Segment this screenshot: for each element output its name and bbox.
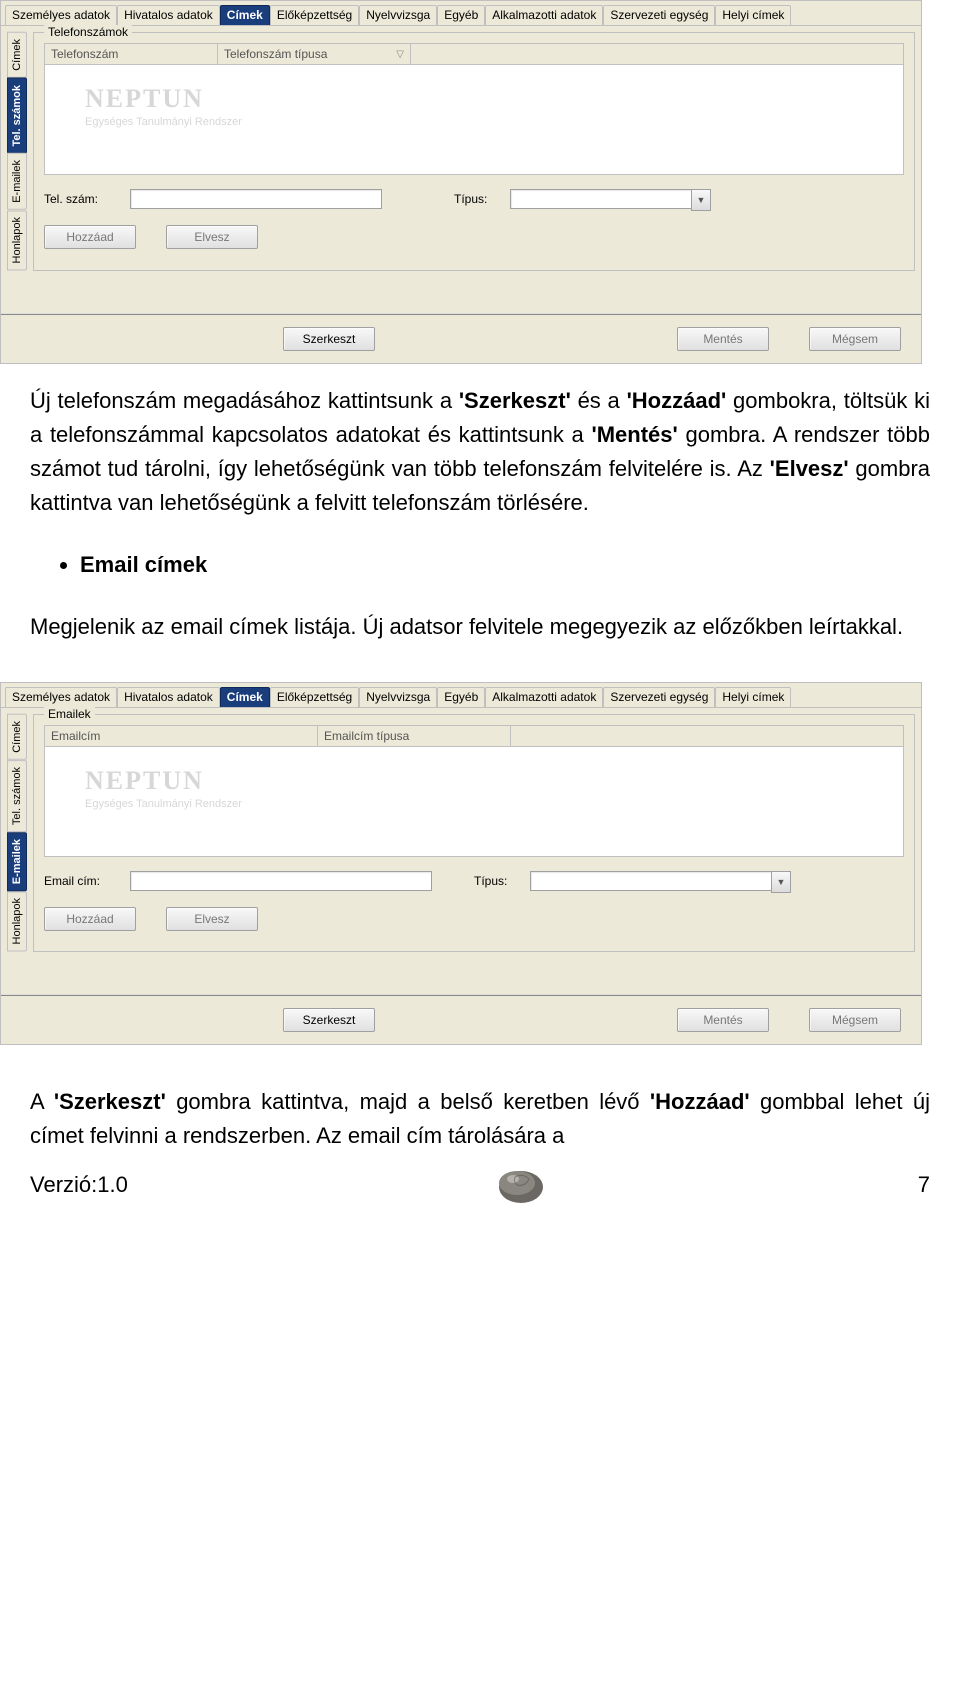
col-phone-label: Telefonszám [51, 47, 118, 61]
bullet-email-cimek: Email címek [80, 548, 930, 582]
cancel-button[interactable]: Mégsem [809, 1008, 901, 1032]
combo-dropdown-button[interactable]: ▼ [691, 189, 711, 211]
doc-paragraph-1: Új telefonszám megadásához kattintsunk a… [0, 374, 960, 683]
tab-employee[interactable]: Alkalmazotti adatok [485, 5, 603, 25]
email-tipus-combo-text[interactable] [530, 871, 771, 891]
footer-row: Verzió:1.0 7 [30, 1163, 930, 1217]
side-tab-telszamok[interactable]: Tel. számok [7, 78, 27, 154]
tipus-combo[interactable]: ▼ [510, 189, 711, 209]
tab-addresses[interactable]: Címek [220, 687, 270, 707]
doc-paragraph-3: A 'Szerkeszt' gombra kattintva, majd a b… [0, 1055, 960, 1227]
tab-local-addr[interactable]: Helyi címek [715, 687, 791, 707]
page-number: 7 [918, 1168, 930, 1202]
bold-elvesz: 'Elvesz' [770, 456, 849, 481]
phone-numbers-panel: Személyes adatok Hivatalos adatok Címek … [0, 0, 922, 364]
neptun-watermark: NEPTUN Egységes Tanulmányi Rendszer [85, 766, 242, 810]
tab-addresses[interactable]: Címek [220, 5, 270, 25]
text: és a [578, 388, 627, 413]
edit-button[interactable]: Szerkeszt [283, 1008, 375, 1032]
tab-employee[interactable]: Alkalmazotti adatok [485, 687, 603, 707]
col-phone[interactable]: Telefonszám [45, 44, 218, 64]
listview-header: Emailcím Emailcím típusa [45, 726, 903, 747]
tipus-label: Típus: [474, 874, 524, 888]
tab-personal[interactable]: Személyes adatok [5, 687, 117, 707]
side-tab-emailek[interactable]: E-mailek [7, 153, 27, 210]
groupbox-label: Telefonszámok [44, 25, 132, 39]
side-tab-strip-2: Címek Tel. számok E-mailek Honlapok [7, 714, 27, 952]
tipus-combo-text[interactable] [510, 189, 691, 209]
email-cim-label: Email cím: [44, 874, 124, 888]
neptun-watermark: NEPTUN Egységes Tanulmányi Rendszer [85, 84, 242, 128]
emails-listview[interactable]: Emailcím Emailcím típusa NEPTUN Egységes… [44, 725, 904, 857]
bold-szerkeszt: 'Szerkeszt' [459, 388, 571, 413]
add-button[interactable]: Hozzáad [44, 907, 136, 931]
side-tab-strip: Címek Tel. számok E-mailek Honlapok [7, 32, 27, 271]
emails-panel: Személyes adatok Hivatalos adatok Címek … [0, 682, 922, 1045]
watermark-subtitle: Egységes Tanulmányi Rendszer [85, 798, 242, 810]
tab-official[interactable]: Hivatalos adatok [117, 687, 220, 707]
listview-header: Telefonszám Telefonszám típusa ▽ [45, 44, 903, 65]
col-emailcim[interactable]: Emailcím [45, 726, 318, 746]
version-label: Verzió:1.0 [30, 1168, 128, 1202]
remove-button[interactable]: Elvesz [166, 225, 258, 249]
tab-other[interactable]: Egyéb [437, 687, 485, 707]
combo-dropdown-button[interactable]: ▼ [771, 871, 791, 893]
col-emailcim-tipus-label: Emailcím típusa [324, 729, 409, 743]
doc-paragraph-2: Megjelenik az email címek listája. Új ad… [30, 610, 930, 644]
side-tab-emailek[interactable]: E-mailek [7, 832, 27, 891]
side-tab-cimek[interactable]: Címek [7, 32, 27, 78]
tab-education[interactable]: Előképzettség [270, 5, 359, 25]
save-button[interactable]: Mentés [677, 1008, 769, 1032]
tab-other[interactable]: Egyéb [437, 5, 485, 25]
tipus-label: Típus: [454, 192, 504, 206]
side-tab-telszamok[interactable]: Tel. számok [7, 760, 27, 832]
text: Új telefonszám megadásához kattintsunk a [30, 388, 459, 413]
add-button[interactable]: Hozzáad [44, 225, 136, 249]
email-tipus-combo[interactable]: ▼ [530, 871, 791, 891]
top-tab-strip: Személyes adatok Hivatalos adatok Címek … [1, 1, 921, 26]
col-emailcim-tipus[interactable]: Emailcím típusa [318, 726, 511, 746]
side-tab-cimek[interactable]: Címek [7, 714, 27, 760]
side-tab-honlapok[interactable]: Honlapok [7, 891, 27, 951]
bold-mentes: 'Mentés' [592, 422, 678, 447]
bold-hozzaad: 'Hozzáad' [650, 1089, 750, 1114]
tel-szam-label: Tel. szám: [44, 192, 124, 206]
tab-local-addr[interactable]: Helyi címek [715, 5, 791, 25]
tab-education[interactable]: Előképzettség [270, 687, 359, 707]
col-phone-type[interactable]: Telefonszám típusa ▽ [218, 44, 411, 64]
phone-listview[interactable]: Telefonszám Telefonszám típusa ▽ NEPTUN … [44, 43, 904, 175]
tel-szam-input[interactable] [130, 189, 382, 209]
remove-button[interactable]: Elvesz [166, 907, 258, 931]
tab-orgunit[interactable]: Szervezeti egység [603, 5, 715, 25]
chevron-down-icon: ▼ [777, 877, 786, 887]
bottom-button-bar-2: Szerkeszt Mentés Mégsem [1, 994, 921, 1044]
tab-language[interactable]: Nyelvvizsga [359, 687, 437, 707]
tab-personal[interactable]: Személyes adatok [5, 5, 117, 25]
top-tab-strip-2: Személyes adatok Hivatalos adatok Címek … [1, 683, 921, 708]
watermark-title: NEPTUN [85, 84, 242, 114]
edit-button[interactable]: Szerkeszt [283, 327, 375, 351]
emails-groupbox: Emailek Emailcím Emailcím típusa NEPTUN … [33, 714, 915, 952]
pebble-logo-icon [495, 1163, 551, 1207]
bold-szerkeszt: 'Szerkeszt' [54, 1089, 166, 1114]
side-tab-honlapok[interactable]: Honlapok [7, 210, 27, 270]
text: A [30, 1089, 54, 1114]
email-cim-input[interactable] [130, 871, 432, 891]
cancel-button[interactable]: Mégsem [809, 327, 901, 351]
bottom-button-bar: Szerkeszt Mentés Mégsem [1, 313, 921, 363]
tab-language[interactable]: Nyelvvizsga [359, 5, 437, 25]
save-button[interactable]: Mentés [677, 327, 769, 351]
watermark-title: NEPTUN [85, 766, 242, 796]
chevron-down-icon: ▼ [697, 195, 706, 205]
sort-indicator-icon: ▽ [396, 49, 404, 60]
phone-groupbox: Telefonszámok Telefonszám Telefonszám tí… [33, 32, 915, 271]
groupbox-label: Emailek [44, 707, 95, 721]
col-emailcim-label: Emailcím [51, 729, 100, 743]
col-phone-type-label: Telefonszám típusa [224, 47, 327, 61]
bold-hozzaad: 'Hozzáad' [627, 388, 727, 413]
watermark-subtitle: Egységes Tanulmányi Rendszer [85, 116, 242, 128]
tab-orgunit[interactable]: Szervezeti egység [603, 687, 715, 707]
tab-official[interactable]: Hivatalos adatok [117, 5, 220, 25]
text: gombra kattintva, majd a belső keretben … [176, 1089, 650, 1114]
